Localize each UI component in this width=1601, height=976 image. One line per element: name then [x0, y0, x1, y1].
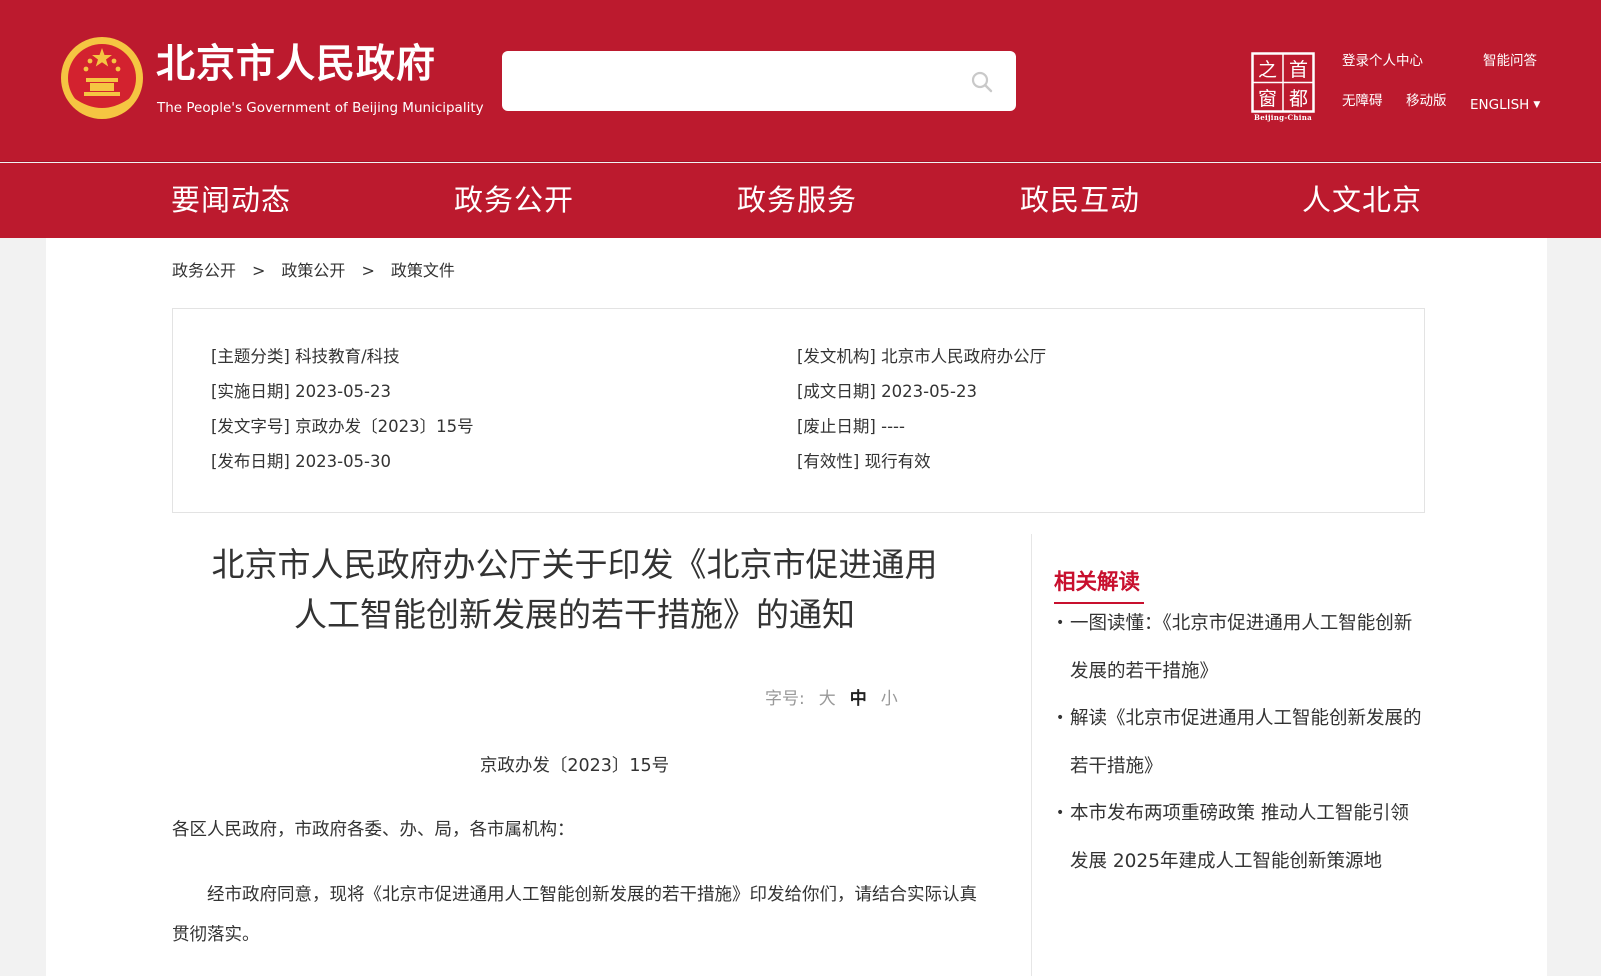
search-icon[interactable]	[970, 70, 994, 94]
meta-written-date: [成文日期] 2023-05-23	[797, 382, 978, 401]
font-size-control: 字号: 大中小	[765, 688, 898, 710]
related-link-3[interactable]: 本市发布两项重磅政策 推动人工智能引领发展 2025年建成人工智能创新策源地	[1070, 803, 1409, 872]
related-title: 相关解读	[1054, 570, 1141, 595]
seal-char-1: 之	[1258, 59, 1277, 81]
title-line-2: 人工智能创新发展的若干措施》的通知	[294, 595, 855, 634]
site-subtitle: The People's Government of Beijing Munic…	[157, 100, 484, 116]
related-link-1[interactable]: 一图读懂：《北京市促进通用人工智能创新发展的若干措施》	[1070, 613, 1412, 682]
recipient-line: 各区人民政府，市政府各委、办、局，各市属机构：	[172, 820, 575, 840]
list-item: 解读《北京市促进通用人工智能创新发展的若干措施》	[1056, 695, 1426, 790]
mobile-version-link[interactable]: 移动版	[1406, 92, 1447, 110]
login-link[interactable]: 登录个人中心	[1342, 52, 1423, 70]
font-size-label: 字号:	[765, 689, 805, 709]
capital-window-seal-icon[interactable]: 之 首 窗 都	[1251, 52, 1315, 122]
breadcrumb-item-policy[interactable]: 政策公开	[281, 261, 345, 280]
list-item: 本市发布两项重磅政策 推动人工智能引领发展 2025年建成人工智能创新策源地	[1056, 790, 1426, 885]
body-paragraph: 经市政府同意，现将《北京市促进通用人工智能创新发展的若干措施》印发给你们，请结合…	[172, 885, 977, 945]
title-line-1: 北京市人民政府办公厅关于印发《北京市促进通用	[211, 545, 938, 584]
search-input[interactable]	[518, 65, 958, 97]
nav-item-interaction[interactable]: 政民互动	[1020, 182, 1140, 218]
page-title: 北京市人民政府办公厅关于印发《北京市促进通用 人工智能创新发展的若干措施》的通知	[172, 540, 977, 640]
list-item: 一图读懂：《北京市促进通用人工智能创新发展的若干措施》	[1056, 600, 1426, 695]
nav-item-gov-affairs[interactable]: 政务公开	[454, 182, 574, 218]
meta-abolish-date: [废止日期] ----	[797, 417, 905, 436]
caret-down-icon: ▼	[1533, 100, 1541, 110]
content-container: 政务公开 > 政策公开 > 政策文件 [主题分类] 科技教育/科技 [发文机构] 北京市…	[46, 238, 1547, 976]
column-divider	[1031, 534, 1032, 976]
national-emblem-icon[interactable]	[60, 36, 144, 120]
breadcrumb: 政务公开 > 政策公开 > 政策文件	[172, 260, 455, 282]
document-metadata: [主题分类] 科技教育/科技 [发文机构] 北京市人民政府办公厅 [实施日期] …	[172, 308, 1425, 513]
related-link-2[interactable]: 解读《北京市促进通用人工智能创新发展的若干措施》	[1070, 708, 1422, 777]
font-size-large-button[interactable]: 大	[819, 689, 836, 709]
nav-item-news[interactable]: 要闻动态	[171, 182, 291, 218]
site-header: 北京市人民政府 The People's Government of Beiji…	[0, 0, 1601, 162]
meta-issuer: [发文机构] 北京市人民政府办公厅	[797, 347, 1047, 366]
nav-item-culture[interactable]: 人文北京	[1302, 182, 1422, 218]
meta-publish-date: [发布日期] 2023-05-30	[211, 452, 392, 471]
seal-char-4: 都	[1289, 88, 1308, 110]
search-box	[502, 51, 1016, 111]
english-label: ENGLISH	[1470, 97, 1530, 113]
breadcrumb-item-policy-files[interactable]: 政策文件	[391, 261, 455, 280]
smart-qa-link[interactable]: 智能问答	[1483, 52, 1537, 70]
meta-validity: [有效性] 现行有效	[797, 452, 931, 471]
font-size-small-button[interactable]: 小	[881, 689, 898, 709]
meta-effective-date: [实施日期] 2023-05-23	[211, 382, 392, 401]
breadcrumb-separator: >	[361, 261, 375, 280]
seal-char-2: 首	[1289, 59, 1308, 81]
meta-doc-number: [发文字号] 京政办发〔2023〕15号	[211, 417, 474, 436]
seal-char-3: 窗	[1258, 88, 1277, 110]
accessibility-link[interactable]: 无障碍	[1342, 92, 1383, 110]
related-list: 一图读懂：《北京市促进通用人工智能创新发展的若干措施》 解读《北京市促进通用人工…	[1056, 600, 1426, 885]
breadcrumb-separator: >	[252, 261, 266, 280]
document-number: 京政办发〔2023〕15号	[479, 756, 670, 776]
english-link[interactable]: ENGLISH ▼	[1470, 96, 1540, 114]
nav-item-gov-services[interactable]: 政务服务	[737, 182, 857, 218]
seal-caption: Beijing-China	[1254, 113, 1312, 122]
meta-topic: [主题分类] 科技教育/科技	[211, 347, 400, 366]
breadcrumb-item-gov-affairs[interactable]: 政务公开	[172, 261, 236, 280]
site-title[interactable]: 北京市人民政府	[156, 42, 436, 88]
font-size-medium-button[interactable]: 中	[850, 689, 867, 709]
main-nav: 要闻动态 政务公开 政务服务 政民互动 人文北京	[0, 163, 1601, 238]
